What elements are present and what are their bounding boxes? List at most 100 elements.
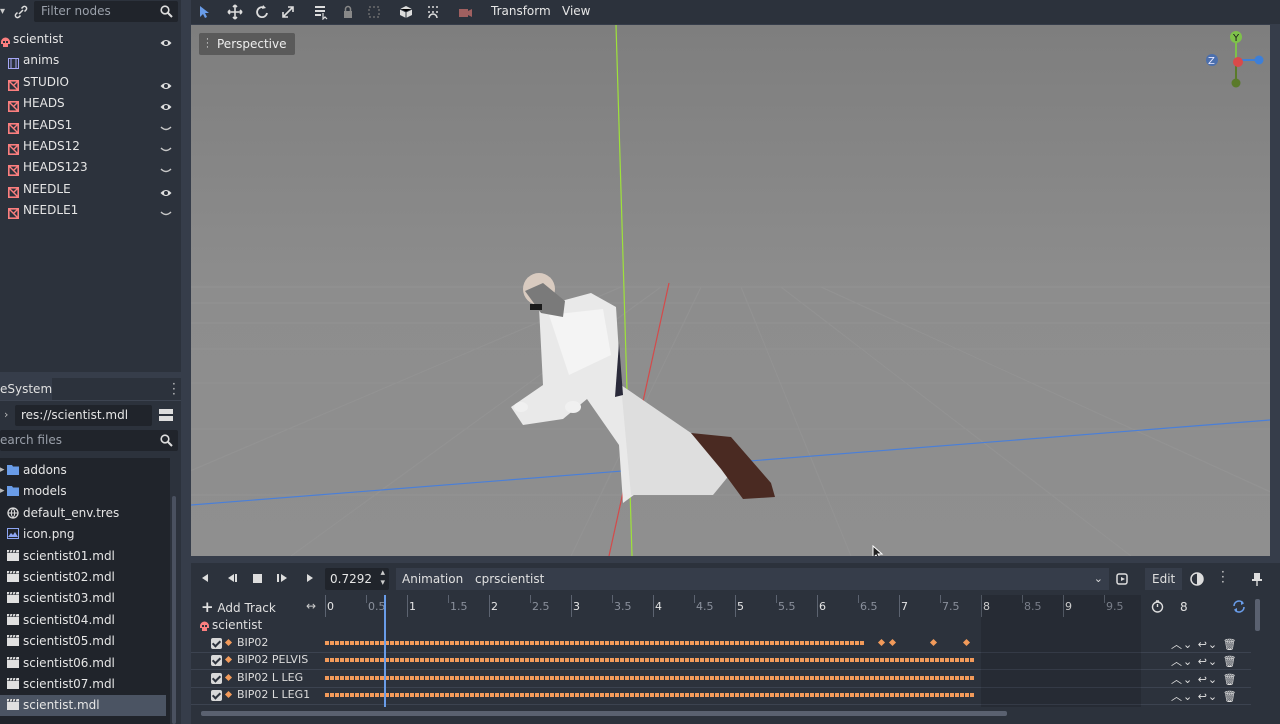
back-arrow-icon[interactable]: › — [4, 408, 8, 421]
pin-icon[interactable] — [1251, 572, 1263, 586]
track-controls[interactable]: ︿⌄ ↩⌄ 🗑 — [1171, 653, 1238, 669]
file-item-5[interactable]: scientist02.mdl — [0, 567, 170, 588]
kebab-menu-icon[interactable]: · · · — [1221, 566, 1225, 588]
lock-icon[interactable] — [340, 4, 356, 20]
scene-node-6[interactable]: HEADS123 — [0, 157, 181, 178]
time-spinbox[interactable]: 0.7292 ▴ ▾ — [325, 568, 389, 590]
add-track-button[interactable]: + Add Track — [201, 599, 276, 615]
file-item-label: icon.png — [23, 527, 75, 542]
file-item-1[interactable]: ▸ models — [0, 481, 170, 502]
list-select-icon[interactable] — [313, 4, 329, 20]
split-view-icon[interactable] — [159, 409, 173, 422]
hidden-eye-icon[interactable] — [160, 205, 172, 216]
track-controls[interactable]: ︿⌄ ↩⌄ 🗑 — [1171, 688, 1238, 704]
hidden-eye-icon[interactable] — [160, 120, 172, 130]
play-backwards-from-end-icon[interactable] — [225, 573, 237, 583]
autoplay-icon[interactable] — [1116, 573, 1130, 585]
scene-node-3[interactable]: HEADS — [0, 93, 181, 114]
file-item-4[interactable]: scientist01.mdl — [0, 546, 170, 567]
keyframe-strip[interactable] — [325, 658, 974, 663]
expand-arrow-icon[interactable]: ▸ — [0, 481, 5, 502]
file-item-7[interactable]: scientist04.mdl — [0, 610, 170, 631]
local-space-icon[interactable] — [398, 4, 414, 20]
keyframe[interactable] — [962, 638, 971, 647]
transform-track-icon — [224, 656, 233, 664]
scene-node-1[interactable]: anims — [0, 50, 181, 71]
track-enable-checkbox[interactable] — [211, 672, 222, 684]
scale-tool-icon[interactable] — [280, 4, 296, 20]
timeline-scrollbar-v[interactable] — [1255, 599, 1260, 631]
file-item-10[interactable]: scientist07.mdl — [0, 674, 170, 695]
scene-node-4[interactable]: HEADS1 — [0, 115, 181, 136]
stop-icon[interactable] — [253, 574, 262, 583]
visible-eye-icon[interactable] — [160, 184, 172, 196]
keyframe-strip[interactable] — [325, 692, 974, 697]
path-field[interactable]: res://scientist.mdl — [15, 405, 152, 426]
file-item-3[interactable]: icon.png — [0, 524, 170, 545]
filter-nodes-input[interactable]: Filter nodes — [34, 1, 178, 22]
timeline-scrollbar-h[interactable] — [201, 711, 1007, 716]
hidden-eye-icon[interactable] — [160, 141, 172, 152]
scene-node-5[interactable]: HEADS12 — [0, 136, 181, 157]
animation-select[interactable]: cprscientist ⌄ — [467, 568, 1109, 590]
menu-transform[interactable]: Transform — [491, 4, 551, 18]
orientation-gizmo[interactable]: Y Z — [1201, 27, 1267, 93]
visible-eye-icon[interactable] — [160, 77, 172, 89]
track-enable-checkbox[interactable] — [211, 689, 222, 701]
animation-menu-button[interactable]: Animation — [396, 568, 470, 590]
3d-viewport[interactable]: · · · Perspective Y Z — [191, 25, 1270, 556]
file-item-8[interactable]: scientist05.mdl — [0, 631, 170, 652]
dock-menu-button[interactable]: · · · — [172, 378, 176, 400]
file-list-scrollbar[interactable] — [172, 496, 176, 724]
playhead[interactable] — [383, 595, 386, 707]
search-files-input[interactable]: earch files — [0, 430, 178, 451]
expand-arrow-icon[interactable]: ▸ — [0, 460, 5, 481]
keyframe-strip[interactable] — [325, 641, 864, 645]
loop-icon[interactable] — [1232, 600, 1246, 613]
rotate-tool-icon[interactable] — [254, 4, 270, 20]
keyframe[interactable] — [888, 638, 897, 647]
play-icon[interactable] — [305, 573, 315, 583]
chevron-down-icon[interactable]: ▾ — [0, 6, 6, 17]
keyframe-strip[interactable] — [325, 675, 974, 680]
track-enable-checkbox[interactable] — [211, 638, 222, 649]
animation-length[interactable]: 8 — [1180, 600, 1188, 614]
track-enable-checkbox[interactable] — [211, 655, 222, 667]
scene-node-2[interactable]: STUDIO — [0, 72, 181, 93]
visible-eye-icon[interactable] — [160, 34, 172, 46]
select-tool-icon[interactable] — [196, 4, 212, 20]
file-item-9[interactable]: scientist06.mdl — [0, 653, 170, 674]
link-icon[interactable] — [14, 5, 28, 19]
file-item-11[interactable]: scientist.mdl — [0, 695, 166, 717]
play-from-start-icon[interactable] — [277, 573, 289, 583]
track-controls[interactable]: ︿⌄ ↩⌄ 🗑 — [1171, 636, 1238, 652]
viewport-toolbar: Transform View — [191, 0, 1280, 24]
scene-node-7[interactable]: NEEDLE — [0, 179, 181, 200]
play-backwards-icon[interactable] — [200, 573, 210, 583]
scene-node-0[interactable]: scientist — [0, 29, 181, 50]
menu-view[interactable]: View — [562, 4, 590, 18]
file-item-6[interactable]: scientist03.mdl — [0, 588, 170, 609]
file-item-2[interactable]: default_env.tres — [0, 503, 170, 524]
track-width-handle-icon[interactable]: ↔ — [306, 599, 316, 613]
spin-arrows-icon[interactable]: ▴ ▾ — [380, 568, 385, 588]
scene-node-8[interactable]: NEEDLE1 — [0, 200, 181, 221]
group-icon[interactable] — [366, 4, 382, 20]
file-item-0[interactable]: ▸ addons — [0, 460, 170, 481]
timeline-tick-line — [448, 595, 449, 603]
snap-icon[interactable] — [425, 4, 441, 20]
visible-eye-icon[interactable] — [160, 98, 172, 111]
move-tool-icon[interactable] — [227, 4, 243, 20]
kebab-menu-icon: · · · — [206, 35, 209, 53]
tab-filesystem[interactable]: eSystem — [0, 378, 52, 400]
keyframe[interactable] — [877, 638, 886, 647]
keyframe[interactable] — [929, 638, 938, 647]
hidden-eye-icon[interactable] — [160, 162, 172, 173]
timeline-tick-label: 3 — [573, 600, 580, 613]
onion-skinning-icon[interactable] — [1190, 572, 1204, 586]
camera-preview-icon[interactable] — [457, 4, 473, 20]
track-controls[interactable]: ︿⌄ ↩⌄ 🗑 — [1171, 671, 1238, 687]
track-label: BIP02 PELVIS — [237, 653, 309, 667]
perspective-menu-button[interactable]: · · · Perspective — [199, 33, 295, 55]
edit-menu-button[interactable]: Edit — [1145, 568, 1183, 590]
